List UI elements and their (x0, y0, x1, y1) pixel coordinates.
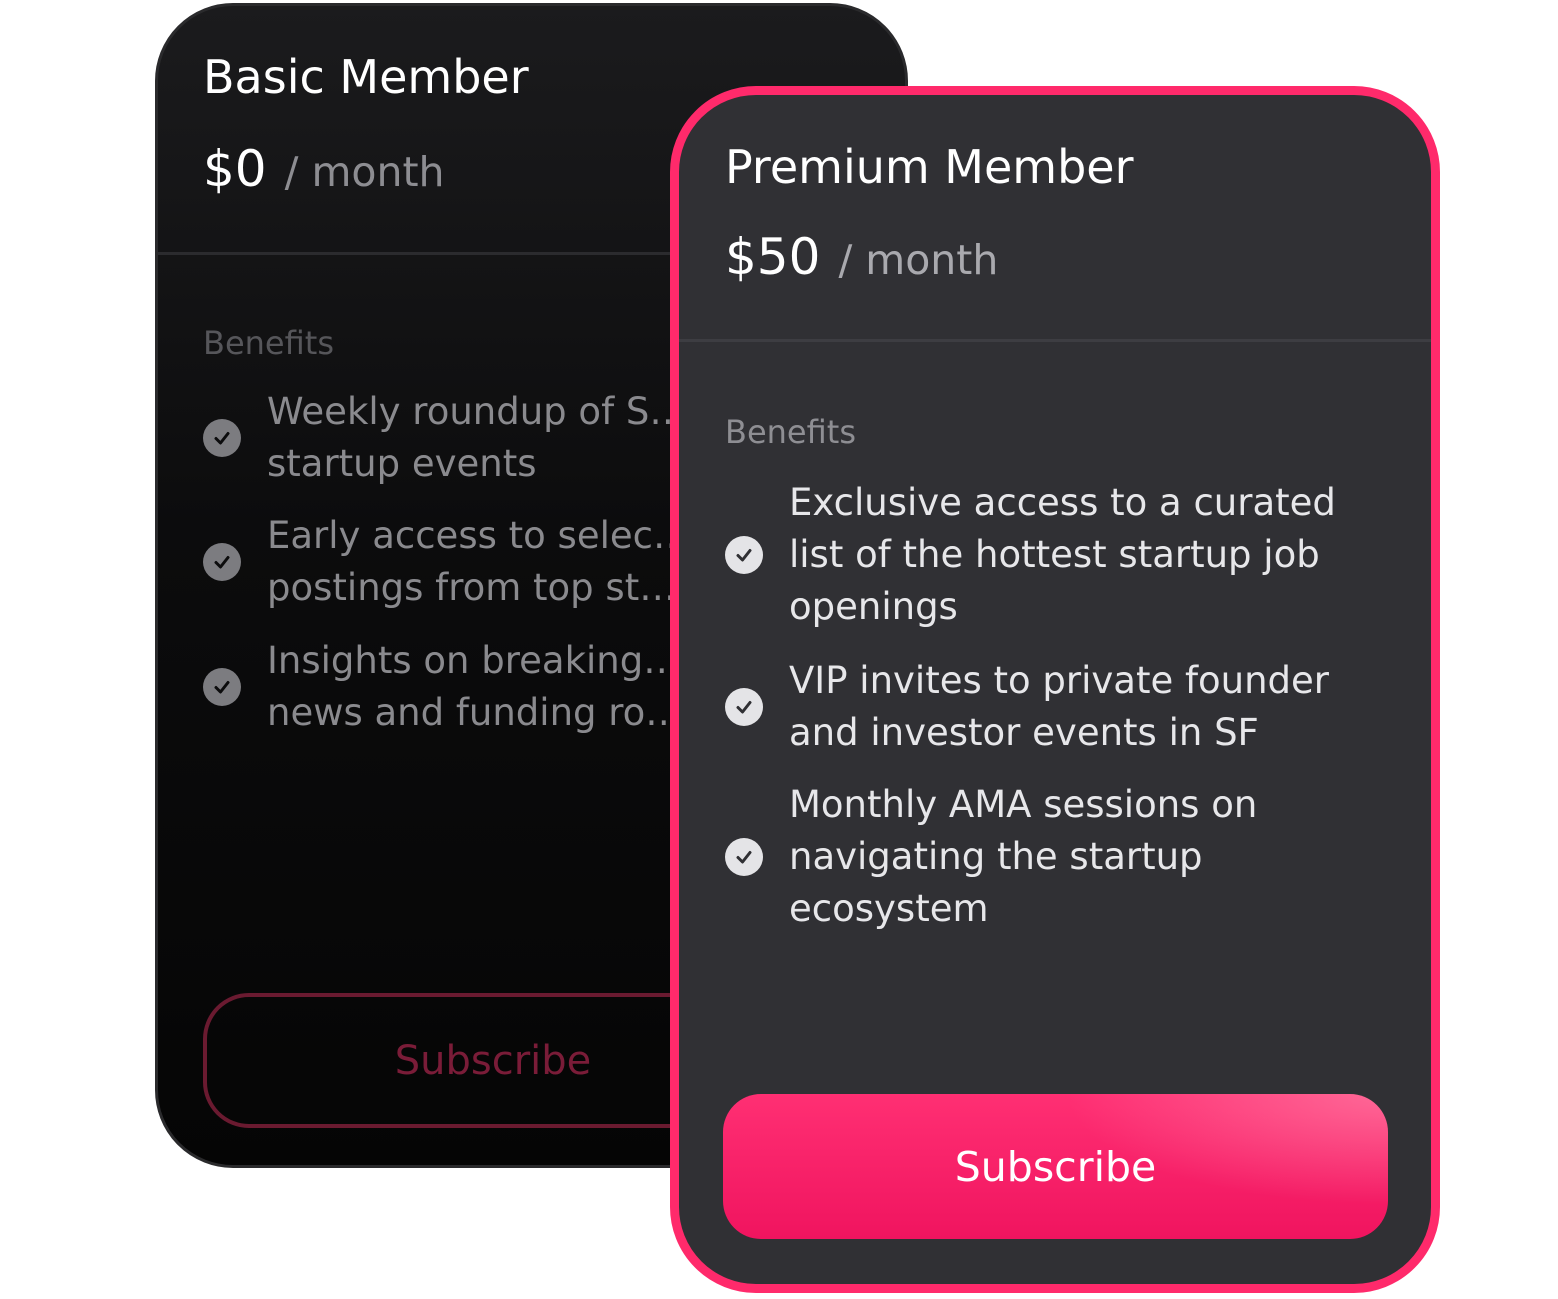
basic-benefits-heading: Benefits (203, 324, 334, 362)
divider (679, 339, 1431, 342)
premium-benefit-item: Monthly AMA sessions on navigating the s… (725, 779, 1399, 935)
premium-plan-title: Premium Member (725, 140, 1134, 194)
premium-benefit-text: VIP invites to private founder and inves… (789, 659, 1330, 754)
basic-price-row: $0 / month (203, 140, 445, 198)
premium-benefits-heading: Benefits (725, 413, 856, 451)
check-circle-icon (725, 536, 763, 574)
basic-benefit-text: Weekly roundup of S… startup events (267, 390, 687, 485)
basic-benefit-item: Weekly roundup of S… startup events (203, 386, 707, 490)
basic-price-period: / month (284, 148, 445, 196)
premium-price: $50 (725, 228, 821, 286)
premium-plan-card: Premium Member $50 / month Benefits Exclu… (670, 86, 1440, 1293)
basic-plan-title: Basic Member (203, 50, 529, 104)
basic-price: $0 (203, 140, 267, 198)
premium-subscribe-button[interactable]: Subscribe (723, 1094, 1388, 1239)
premium-benefit-text: Monthly AMA sessions on navigating the s… (789, 783, 1258, 930)
check-circle-icon (725, 688, 763, 726)
basic-benefit-text: Insights on breaking… news and funding r… (267, 639, 683, 734)
check-circle-icon (203, 419, 241, 457)
basic-benefit-text: Early access to selec… postings from top… (267, 514, 690, 609)
check-circle-icon (725, 838, 763, 876)
premium-benefit-item: Exclusive access to a curated list of th… (725, 477, 1399, 633)
premium-benefit-item: VIP invites to private founder and inves… (725, 655, 1399, 759)
basic-benefit-item: Early access to selec… postings from top… (203, 510, 707, 614)
basic-benefit-item: Insights on breaking… news and funding r… (203, 635, 707, 739)
check-circle-icon (203, 543, 241, 581)
check-circle-icon (203, 668, 241, 706)
premium-price-period: / month (838, 236, 999, 284)
premium-benefit-text: Exclusive access to a curated list of th… (789, 481, 1336, 628)
premium-price-row: $50 / month (725, 228, 998, 286)
